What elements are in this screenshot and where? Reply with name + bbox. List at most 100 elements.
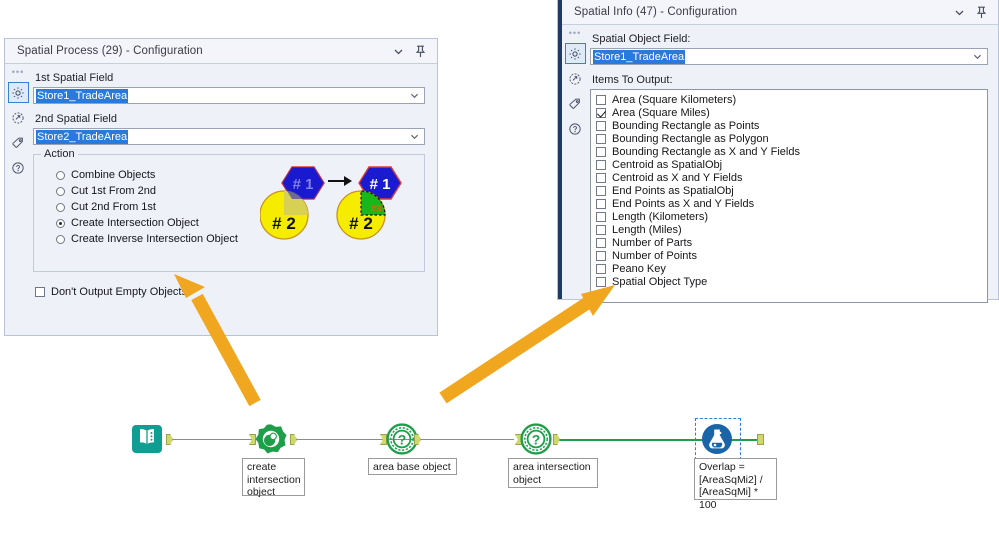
help-icon[interactable]: [565, 118, 586, 139]
workflow-node-label[interactable]: area intersection object: [508, 458, 598, 488]
item-area-square-kilometers[interactable]: Area (Square Kilometers): [596, 94, 983, 106]
spatial-object-field-value: Store1_TradeArea: [593, 50, 685, 64]
workflow-node-label[interactable]: Overlap = [AreaSqMi2] / [AreaSqMi] * 100: [694, 458, 777, 500]
tag-icon[interactable]: [8, 132, 29, 153]
item-number-of-points[interactable]: Number of Points: [596, 250, 983, 262]
radio-indicator: [56, 235, 65, 244]
rail-drag-dots: •••: [569, 31, 581, 39]
spatial-info-icon[interactable]: ?: [519, 422, 553, 456]
action-option-label: Create Intersection Object: [71, 217, 199, 229]
chevron-down-icon[interactable]: [948, 2, 970, 22]
item-area-square-miles[interactable]: Area (Square Miles): [596, 107, 983, 119]
action-option-label: Cut 1st From 2nd: [71, 185, 156, 197]
output-port[interactable]: [166, 434, 173, 445]
spatial-process-titlebar: Spatial Process (29) - Configuration: [5, 39, 437, 64]
item-label: End Points as X and Y Fields: [612, 198, 754, 210]
spatial-info-config-panel: Spatial Info (47) - Configuration •••: [557, 0, 999, 300]
chevron-down-icon[interactable]: [972, 49, 983, 64]
radio-indicator: [56, 203, 65, 212]
dont-output-empty-objects-checkbox[interactable]: Don't Output Empty Objects: [35, 286, 425, 298]
spatial-process-icon[interactable]: [254, 422, 288, 456]
output-port[interactable]: [414, 434, 421, 445]
item-bounding-rectangle-as-polygon[interactable]: Bounding Rectangle as Polygon: [596, 133, 983, 145]
first-spatial-field-value: Store1_TradeArea: [36, 89, 128, 103]
checkbox-indicator: [596, 251, 606, 261]
second-spatial-field-combo[interactable]: Store2_TradeArea: [33, 128, 425, 145]
chevron-down-icon[interactable]: [409, 88, 420, 103]
action-option-label: Combine Objects: [71, 169, 155, 181]
checkbox-indicator: [596, 160, 606, 170]
checkbox-indicator: [596, 95, 606, 105]
spatial-process-icon-rail: •••: [5, 64, 31, 335]
item-label: Bounding Rectangle as X and Y Fields: [612, 146, 800, 158]
run-icon[interactable]: [8, 107, 29, 128]
checkbox-indicator: [35, 287, 45, 297]
item-centroid-as-spatialobj[interactable]: Centroid as SpatialObj: [596, 159, 983, 171]
browse-book-icon[interactable]: [130, 422, 164, 456]
pin-icon[interactable]: [970, 2, 992, 22]
item-label: Area (Square Miles): [612, 107, 710, 119]
pin-icon[interactable]: [409, 41, 431, 61]
item-label: End Points as SpatialObj: [612, 185, 734, 197]
item-spatial-object-type[interactable]: Spatial Object Type: [596, 276, 983, 288]
checkbox-indicator: [596, 108, 606, 118]
spatial-process-config-panel: Spatial Process (29) - Configuration •••: [4, 38, 438, 336]
item-label: Peano Key: [612, 263, 666, 275]
radio-indicator: [56, 219, 65, 228]
item-label: Length (Miles): [612, 224, 682, 236]
output-port[interactable]: [553, 434, 560, 445]
action-groupbox: Action Combine Objects Cut 1st From 2nd …: [33, 154, 425, 272]
items-to-output-label: Items To Output:: [592, 74, 988, 86]
first-spatial-field-combo[interactable]: Store1_TradeArea: [33, 87, 425, 104]
svg-text:?: ?: [398, 431, 407, 447]
checkbox-indicator: [596, 121, 606, 131]
items-to-output-list[interactable]: Area (Square Kilometers) Area (Square Mi…: [590, 89, 988, 303]
item-length-miles[interactable]: Length (Miles): [596, 224, 983, 236]
svg-text:# 2: # 2: [349, 214, 373, 233]
workflow-canvas[interactable]: create intersection object ? area base o…: [0, 336, 999, 536]
svg-text:?: ?: [532, 431, 541, 447]
item-end-points-as-spatialobj[interactable]: End Points as SpatialObj: [596, 185, 983, 197]
item-label: Number of Parts: [612, 237, 692, 249]
item-peano-key[interactable]: Peano Key: [596, 263, 983, 275]
gear-icon[interactable]: [565, 43, 586, 64]
run-icon[interactable]: [565, 68, 586, 89]
item-label: Centroid as X and Y Fields: [612, 172, 742, 184]
second-spatial-field-label: 2nd Spatial Field: [35, 113, 425, 125]
spatial-object-field-combo[interactable]: Store1_TradeArea: [590, 48, 988, 65]
intersection-venn-illustration: # 1 # 2 # 1: [260, 163, 410, 259]
item-end-points-as-x-and-y-fields[interactable]: End Points as X and Y Fields: [596, 198, 983, 210]
item-label: Bounding Rectangle as Points: [612, 120, 759, 132]
gear-icon[interactable]: [8, 82, 29, 103]
spatial-info-title: Spatial Info (47) - Configuration: [574, 6, 948, 18]
radio-indicator: [56, 187, 65, 196]
help-icon[interactable]: [8, 157, 29, 178]
tag-icon[interactable]: [565, 93, 586, 114]
checkbox-indicator: [596, 225, 606, 235]
workflow-node-label[interactable]: area base object: [368, 458, 457, 475]
item-bounding-rectangle-as-points[interactable]: Bounding Rectangle as Points: [596, 120, 983, 132]
item-number-of-parts[interactable]: Number of Parts: [596, 237, 983, 249]
chevron-down-icon[interactable]: [387, 41, 409, 61]
workflow-node-label[interactable]: create intersection object: [242, 458, 305, 496]
item-bounding-rectangle-as-x-and-y-fields[interactable]: Bounding Rectangle as X and Y Fields: [596, 146, 983, 158]
item-length-kilometers[interactable]: Length (Kilometers): [596, 211, 983, 223]
item-label: Bounding Rectangle as Polygon: [612, 133, 769, 145]
second-spatial-field-value: Store2_TradeArea: [36, 130, 128, 144]
checkbox-indicator: [596, 134, 606, 144]
spatial-info-icon[interactable]: ?: [385, 422, 419, 456]
item-label: Number of Points: [612, 250, 697, 262]
checkbox-indicator: [596, 264, 606, 274]
rail-drag-dots: •••: [12, 70, 24, 78]
chevron-down-icon[interactable]: [409, 129, 420, 144]
svg-text:# 2: # 2: [272, 214, 296, 233]
output-port[interactable]: [290, 434, 297, 445]
checkbox-indicator: [596, 212, 606, 222]
item-centroid-as-x-and-y-fields[interactable]: Centroid as X and Y Fields: [596, 172, 983, 184]
checkbox-indicator: [596, 147, 606, 157]
spatial-info-content: Spatial Object Field: Store1_TradeArea I…: [588, 25, 998, 299]
item-label: Spatial Object Type: [612, 276, 707, 288]
formula-flask-icon[interactable]: [700, 422, 734, 456]
spatial-process-content: 1st Spatial Field Store1_TradeArea 2nd S…: [31, 64, 437, 335]
checkbox-indicator: [596, 199, 606, 209]
